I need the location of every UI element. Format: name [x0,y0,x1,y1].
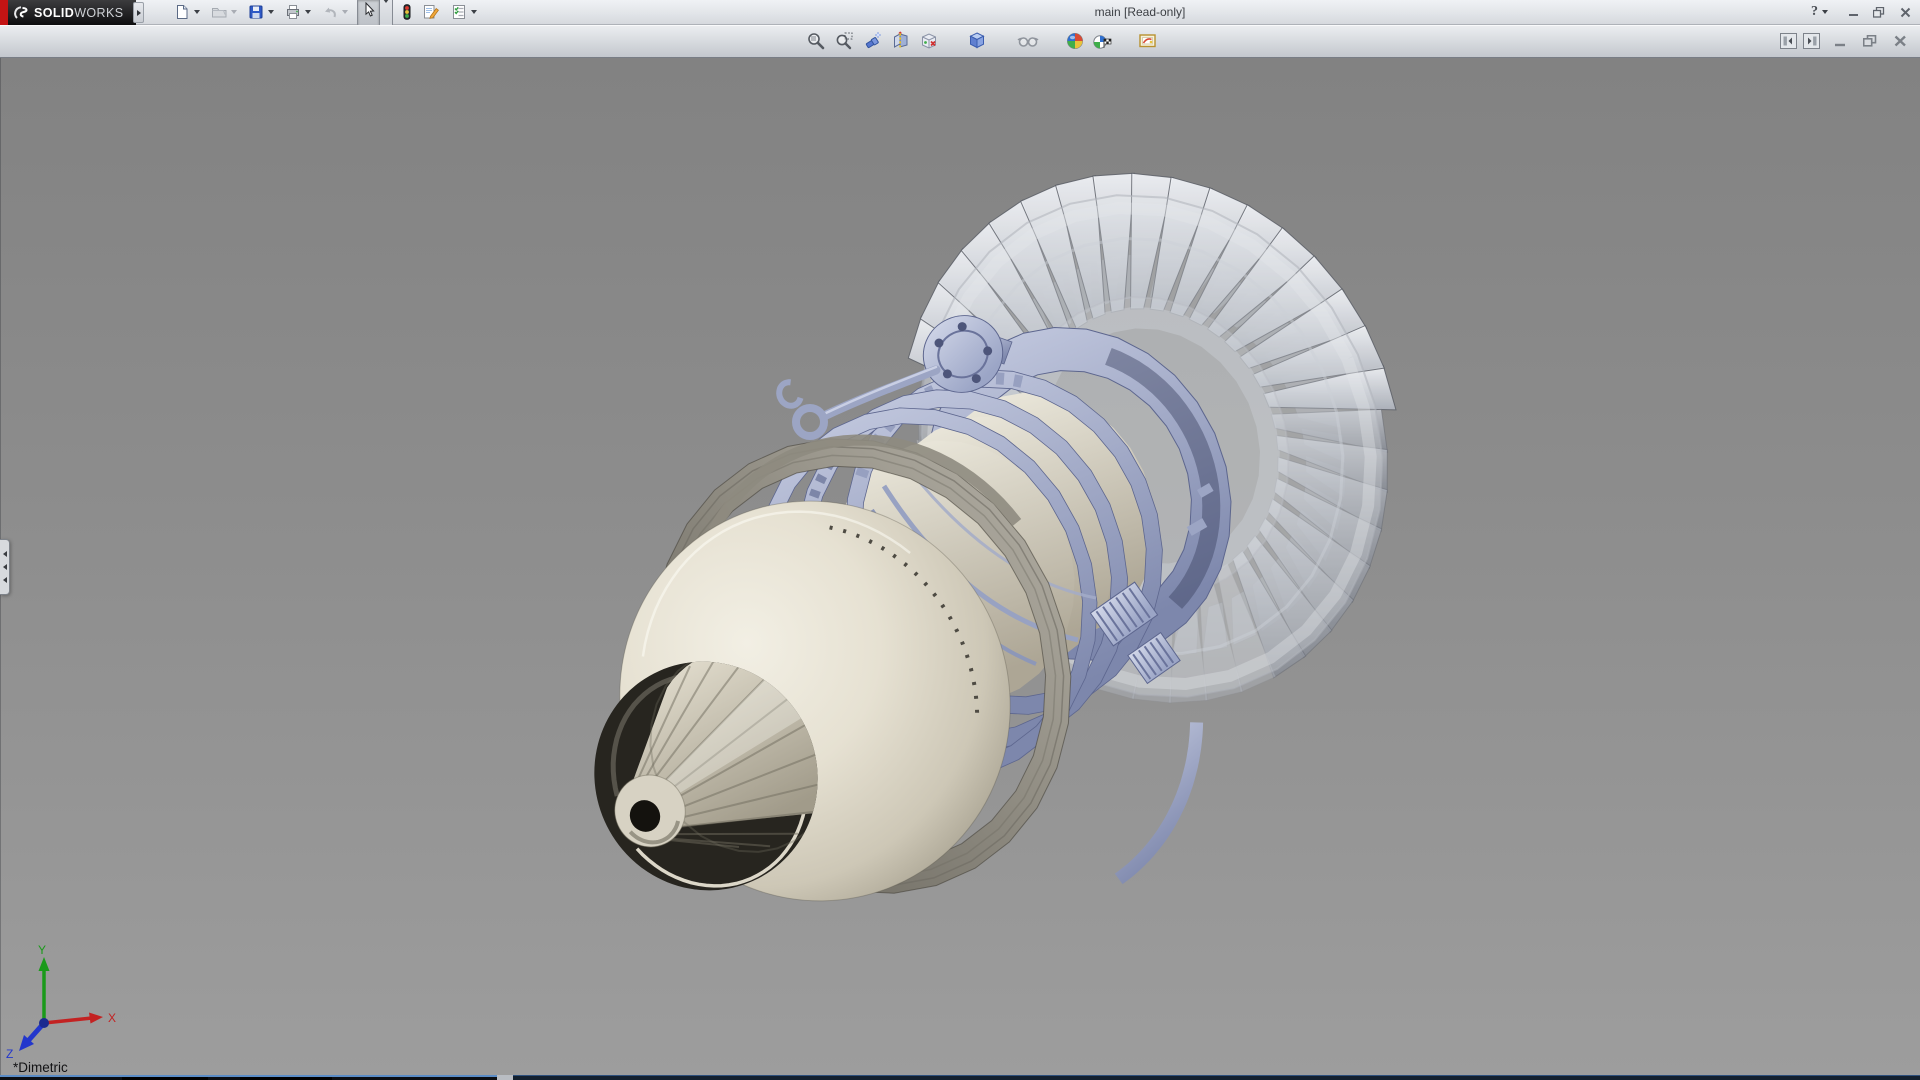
restore-icon [1873,6,1885,18]
stoplight-icon [403,4,411,20]
new-document-button[interactable] [172,3,202,21]
save-floppy-icon [249,5,263,19]
undo-arrow-icon [325,7,336,18]
menu-flyout-button[interactable] [133,2,144,23]
close-icon [1900,7,1910,17]
select-tool-dropdown[interactable] [380,0,393,28]
options-checklist-icon [453,5,465,19]
options-checklist-button[interactable] [449,3,479,21]
title-bar: SOLID WORKS main [Read-only] ? [0,0,1920,28]
restore-button[interactable] [1868,3,1890,21]
open-button[interactable] [209,3,239,21]
main-toolbar [172,0,486,28]
viewport-header-row [0,25,1920,58]
collapse-arrow-icon [2,564,7,570]
jet-engine-model[interactable] [0,58,1920,1075]
select-cursor-icon [365,1,375,17]
dropdown-arrow-icon[interactable] [231,10,237,14]
flyout-arrow-icon [136,9,141,16]
select-tool-group [357,0,393,28]
minimize-button[interactable] [1842,3,1864,21]
dock-pane-right-icon [1808,36,1817,46]
triad-y-label: Y [38,943,46,957]
close-button[interactable] [1894,3,1916,21]
doc-restore-button[interactable] [1860,34,1880,49]
close-icon [1894,35,1906,47]
hide-show-items-button[interactable] [1017,31,1039,51]
dropdown-arrow-icon[interactable] [1822,10,1828,14]
edit-sheet-icon [424,5,439,19]
titlebar-controls: ? [1811,1,1916,23]
solidworks-logo: SOLID WORKS [8,0,136,25]
taskbar-segment [497,1075,513,1080]
view-settings-button[interactable] [1092,31,1112,51]
dock-pane-left-button[interactable] [1780,33,1797,49]
triad-z-label: Z [6,1047,13,1061]
dropdown-arrow-icon[interactable] [471,10,477,14]
brand-accent [0,0,8,25]
brand-text-light: WORKS [74,5,124,20]
dock-pane-left-icon [1783,36,1792,46]
undo-button[interactable] [320,3,350,21]
document-window-controls [1774,33,1910,49]
view-orientation-button[interactable] [967,31,987,51]
zoom-to-fit-button[interactable] [806,31,826,51]
save-button[interactable] [246,3,276,21]
orientation-triad: Y X Z [6,943,116,1061]
graphics-viewport[interactable]: Y X Z *Dimetric [0,58,1920,1075]
brand-text-bold: SOLID [34,5,75,20]
restore-icon [1863,35,1877,47]
minimize-icon [1848,14,1858,16]
triad-x-label: X [108,1011,116,1025]
panel-collapse-tab[interactable] [0,539,10,595]
minimize-icon [1835,43,1845,46]
help-label: ? [1811,4,1818,19]
dropdown-arrow-icon[interactable] [342,10,348,14]
edit-appearance-button[interactable] [1138,31,1158,51]
solidworks-logo-icon [14,5,28,19]
selection-stoplight-button[interactable] [400,3,414,21]
new-document-icon [177,5,188,19]
edit-sheet-button[interactable] [421,3,442,21]
dropdown-arrow-icon[interactable] [268,10,274,14]
previous-view-button[interactable] [863,31,883,51]
open-folder-icon [212,8,227,18]
collapse-arrow-icon [2,551,7,557]
section-view-button[interactable] [891,31,911,51]
doc-minimize-button[interactable] [1830,34,1850,49]
document-title: main [Read-only] [1094,5,1186,19]
dropdown-arrow-icon[interactable] [194,10,200,14]
taskbar-segment [513,1075,1920,1080]
taskbar-sliver [0,1075,1920,1080]
dynamic-annotation-views-button[interactable] [919,31,939,51]
apply-scene-button[interactable] [1065,31,1085,51]
dropdown-arrow-icon[interactable] [305,10,311,14]
print-icon [287,5,299,19]
headsup-toolbar [806,31,1158,51]
doc-close-button[interactable] [1890,34,1910,49]
view-orientation-label: *Dimetric [13,1060,68,1075]
select-tool-button[interactable] [357,0,380,26]
zoom-to-area-button[interactable] [834,31,854,51]
dropdown-arrow-icon [383,0,389,20]
print-button[interactable] [283,3,313,21]
collapse-arrow-icon [2,577,7,583]
help-button[interactable]: ? [1811,4,1828,20]
dock-pane-right-button[interactable] [1803,33,1820,49]
solidworks-window: SOLID WORKS main [Read-only] ? Y X Z *Di… [0,0,1920,1080]
